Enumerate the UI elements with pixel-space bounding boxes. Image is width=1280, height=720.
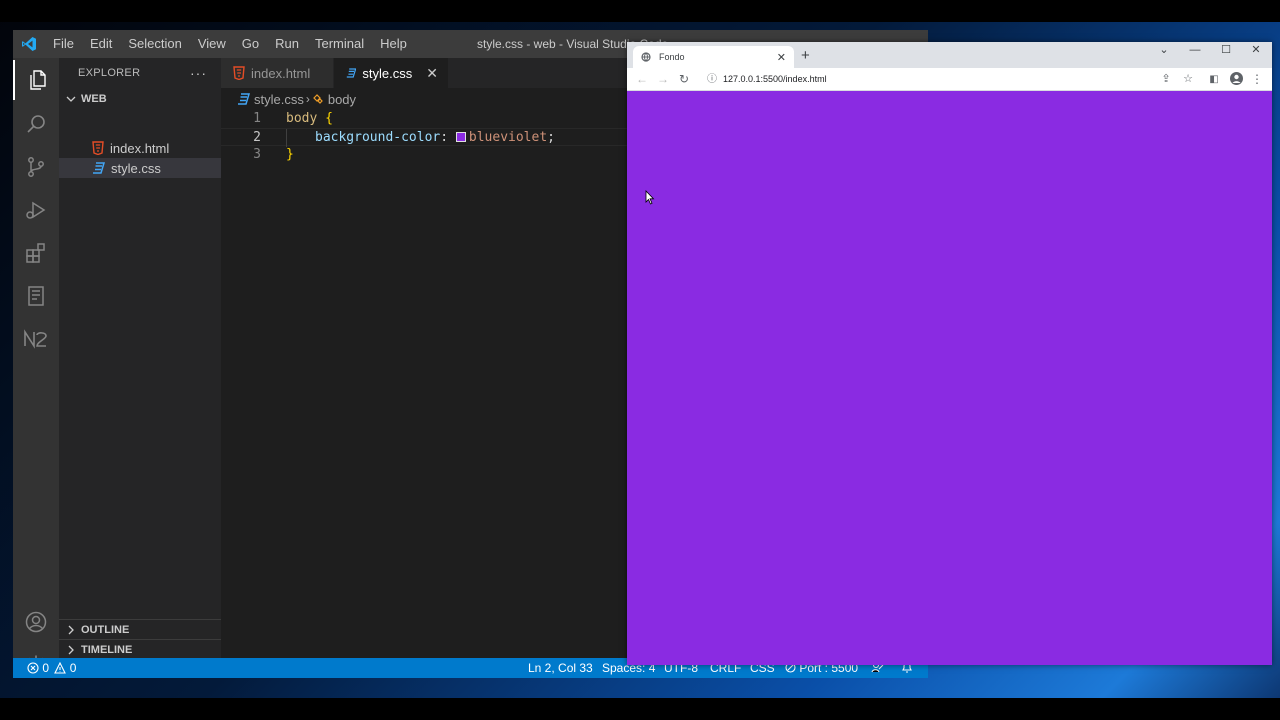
run-debug-icon[interactable] — [13, 190, 59, 230]
chevron-down-icon — [66, 96, 76, 102]
open-brace: { — [325, 111, 333, 126]
tab-index-html[interactable]: index.html — [221, 58, 334, 88]
timeline-section[interactable]: TIMELINE — [59, 639, 221, 659]
remote-explorer-icon[interactable] — [13, 276, 59, 316]
file-index-html[interactable]: index.html — [59, 138, 221, 158]
error-icon — [27, 662, 39, 674]
line-number: 2 — [253, 130, 261, 145]
browser-window: Fondo ✕ + ⌄ — ☐ ✕ ← → ↻ ⓘ 127.0.0.1:5500… — [627, 42, 1272, 665]
line-number: 3 — [253, 147, 261, 162]
address-bar[interactable]: 127.0.0.1:5500/index.html — [723, 71, 827, 88]
breadcrumb-file[interactable]: style.css — [254, 92, 304, 107]
css-value: blueviolet — [468, 130, 548, 145]
css-file-icon — [238, 93, 250, 105]
site-info-icon[interactable]: ⓘ — [703, 68, 721, 91]
warning-count: 0 — [69, 661, 77, 675]
outline-label: OUTLINE — [81, 623, 130, 636]
close-brace: } — [286, 147, 294, 162]
explorer-header: EXPLORER ··· — [59, 58, 221, 88]
problems-indicator[interactable]: 0 0 — [27, 658, 76, 678]
letterbox-bottom — [0, 698, 1280, 720]
tab-label: index.html — [251, 65, 311, 81]
accounts-icon[interactable] — [13, 602, 59, 642]
indent-guide — [286, 129, 287, 147]
bookmark-star-icon[interactable]: ☆ — [1179, 68, 1197, 91]
activity-bar — [13, 58, 59, 675]
error-count: 0 — [42, 661, 50, 675]
code-text: background-color: blueviolet; — [315, 129, 555, 147]
semicolon: ; — [547, 130, 555, 145]
file-label: index.html — [110, 140, 170, 156]
cursor-position[interactable]: Ln 2, Col 33 — [528, 658, 593, 678]
search-icon[interactable] — [13, 104, 59, 144]
page-viewport[interactable] — [627, 91, 1272, 665]
more-actions-icon[interactable]: ··· — [190, 65, 207, 81]
folder-web[interactable]: WEB — [59, 89, 221, 109]
menu-edit[interactable]: Edit — [82, 30, 120, 58]
menu-run[interactable]: Run — [267, 30, 307, 58]
tab-style-css[interactable]: style.css ✕ — [334, 58, 449, 88]
n2-extension-icon[interactable] — [13, 319, 59, 359]
desktop: File Edit Selection View Go Run Terminal… — [0, 0, 1280, 720]
globe-icon — [641, 52, 651, 62]
profile-avatar[interactable] — [1227, 68, 1245, 91]
css-file-icon — [346, 68, 357, 78]
html-file-icon — [233, 66, 245, 80]
mouse-cursor-icon — [645, 190, 655, 205]
symbol-selector-icon — [312, 94, 323, 104]
close-icon[interactable]: ✕ — [426, 65, 438, 82]
back-arrow-icon[interactable]: ← — [633, 68, 651, 91]
html-file-icon — [92, 141, 104, 155]
kebab-menu-icon[interactable]: ⋮ — [1248, 68, 1266, 91]
minimize-button[interactable]: — — [1185, 42, 1205, 62]
css-file-icon — [93, 162, 105, 174]
warning-icon — [54, 661, 67, 674]
browser-tab-title: Fondo — [659, 52, 685, 62]
side-panel-icon[interactable]: ◧ — [1205, 68, 1223, 91]
close-window-button[interactable]: ✕ — [1246, 42, 1266, 62]
explorer-title: EXPLORER — [78, 67, 141, 79]
timeline-label: TIMELINE — [81, 643, 133, 656]
vscode-logo-icon — [13, 30, 45, 58]
line-number: 1 — [253, 111, 261, 126]
outline-section[interactable]: OUTLINE — [59, 619, 221, 639]
colon: : — [440, 130, 449, 145]
tab-label: style.css — [362, 65, 413, 81]
reload-icon[interactable]: ↻ — [675, 68, 693, 91]
source-control-icon[interactable] — [13, 147, 59, 187]
forward-arrow-icon[interactable]: → — [654, 68, 672, 91]
css-property: background-color — [315, 130, 441, 145]
browser-tab[interactable]: Fondo ✕ — [633, 46, 794, 68]
menu-file[interactable]: File — [45, 30, 82, 58]
menu-selection[interactable]: Selection — [120, 30, 189, 58]
css-selector: body — [286, 111, 318, 126]
folder-label: WEB — [81, 93, 107, 105]
explorer-files-icon[interactable] — [13, 60, 59, 100]
extensions-icon[interactable] — [13, 233, 59, 273]
explorer-sidebar: EXPLORER ··· WEB index.html style.css OU… — [59, 58, 221, 658]
browser-toolbar: ← → ↻ ⓘ 127.0.0.1:5500/index.html ⇪ ☆ ◧ … — [627, 68, 1272, 91]
browser-tab-strip: Fondo ✕ + ⌄ — ☐ ✕ — [627, 42, 1272, 68]
menu-terminal[interactable]: Terminal — [307, 30, 372, 58]
tab-search-icon[interactable]: ⌄ — [1154, 42, 1174, 62]
file-label: style.css — [111, 160, 161, 176]
chevron-right-icon — [68, 645, 74, 654]
letterbox-top — [0, 0, 1280, 22]
new-tab-icon[interactable]: + — [801, 44, 810, 68]
code-text: body { — [286, 110, 333, 128]
chevron-right-icon: › — [305, 92, 310, 106]
breadcrumb-symbol[interactable]: body — [328, 92, 356, 107]
share-icon[interactable]: ⇪ — [1157, 68, 1175, 91]
menu-go[interactable]: Go — [234, 30, 267, 58]
color-swatch-icon[interactable] — [455, 132, 466, 142]
menu-view[interactable]: View — [190, 30, 234, 58]
chevron-right-icon — [68, 625, 74, 634]
file-style-css[interactable]: style.css — [59, 158, 221, 178]
menu-help[interactable]: Help — [372, 30, 415, 58]
close-icon[interactable]: ✕ — [777, 51, 786, 64]
maximize-button[interactable]: ☐ — [1216, 42, 1236, 62]
menu-bar: File Edit Selection View Go Run Terminal… — [45, 30, 415, 58]
code-text: } — [286, 146, 294, 164]
